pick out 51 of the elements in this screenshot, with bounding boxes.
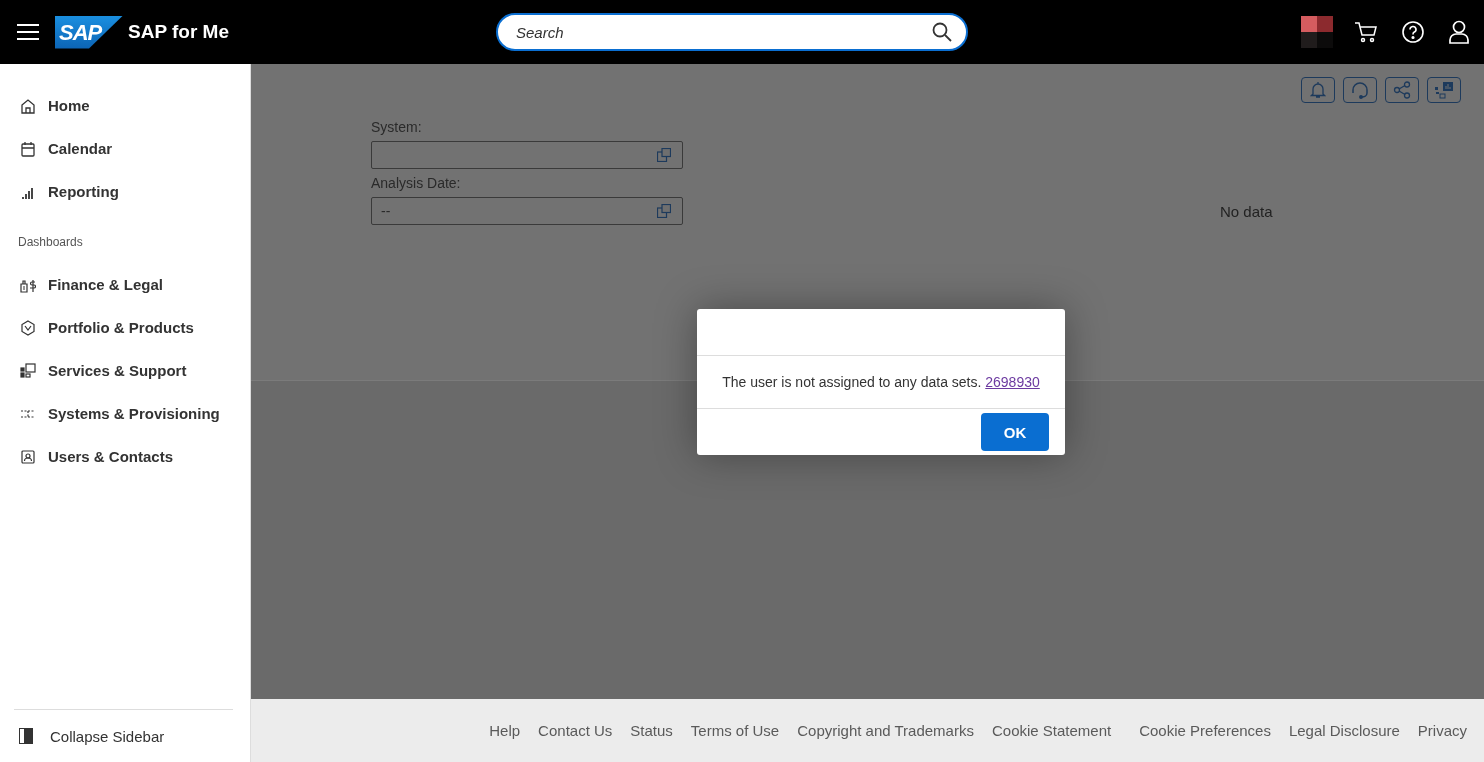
sidebar-item[interactable]: Finance & Legal [0, 263, 250, 306]
dashboard-button[interactable] [1427, 77, 1461, 103]
no-data-text: No data [1220, 203, 1273, 220]
hexagon-icon [20, 319, 36, 336]
input-field[interactable] [371, 141, 683, 169]
cart-icon[interactable] [1354, 20, 1378, 44]
sidebar-item[interactable]: Services & Support [0, 349, 250, 392]
value-help-icon[interactable] [657, 148, 671, 162]
field-label: System: [371, 119, 423, 135]
bell-button[interactable] [1301, 77, 1335, 103]
sidebar-item[interactable]: Systems & Provisioning [0, 392, 250, 435]
bell-icon [1310, 81, 1326, 99]
footer-link[interactable]: Help [489, 722, 521, 739]
collapse-sidebar-button[interactable]: Collapse Sidebar [14, 709, 233, 762]
sidebar-item[interactable]: Reporting [0, 170, 250, 213]
headset-icon [1351, 81, 1369, 99]
share-icon [1393, 81, 1411, 99]
sidebar-item[interactable]: Portfolio & Products [0, 306, 250, 349]
section-title: Dashboards [17, 234, 84, 251]
user-icon[interactable] [1448, 20, 1470, 44]
pixelated-image[interactable] [1301, 16, 1333, 48]
headset-button[interactable] [1343, 77, 1377, 103]
sidebar-item[interactable]: Users & Contacts [0, 435, 250, 478]
contact-card-icon [20, 448, 36, 465]
dashboard-icon [20, 362, 36, 379]
footer-link[interactable]: Cookie Preferences [1139, 722, 1271, 739]
menu-icon[interactable] [17, 23, 39, 41]
note-link[interactable]: 2698930 [985, 374, 1040, 390]
help-icon[interactable] [1401, 20, 1425, 44]
search-field[interactable]: Search [496, 13, 968, 51]
message-text: The user is not assigned to any data sets. 2698930 [722, 374, 1040, 390]
footer-link[interactable]: Copyright and Trademarks [797, 722, 974, 739]
footer-link[interactable]: Privacy [1417, 722, 1467, 739]
logo[interactable]: SAP [55, 15, 123, 49]
chart-panel-icon [1434, 81, 1454, 99]
ok-button[interactable]: OK [981, 413, 1049, 451]
value-help-icon[interactable] [657, 204, 671, 218]
footer-link[interactable]: Status [630, 722, 673, 739]
sidebar-item[interactable]: Calendar [0, 127, 250, 170]
footer-link[interactable]: Cookie Statement [991, 722, 1112, 739]
footer-link[interactable]: Contact Us [538, 722, 613, 739]
home-icon [20, 97, 36, 114]
field-label: Analysis Date: [371, 175, 462, 191]
footer-link[interactable]: Terms of Use [690, 722, 780, 739]
share-button[interactable] [1385, 77, 1419, 103]
sidebar-item[interactable]: Home [0, 84, 250, 127]
sidebar-icon [19, 728, 33, 744]
app-title: SAP for Me [128, 21, 229, 43]
footer-link[interactable]: Legal Disclosure [1288, 722, 1400, 739]
search-icon[interactable] [932, 22, 952, 42]
calendar-icon [20, 140, 36, 157]
